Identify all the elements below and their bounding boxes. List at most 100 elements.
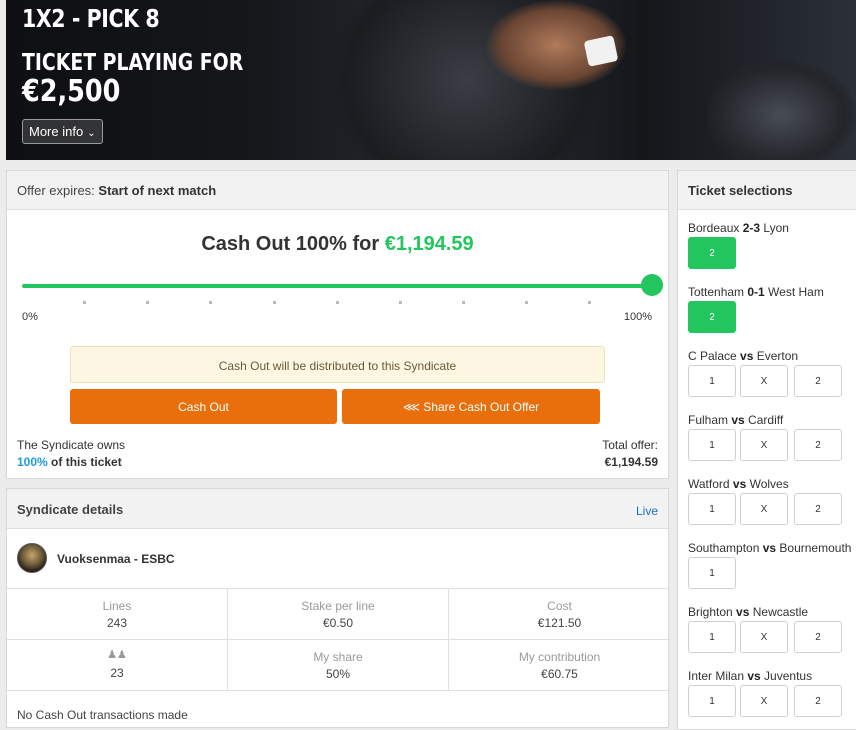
- total-offer-value: €1,194.59: [604, 455, 658, 469]
- stat-label: Stake per line: [301, 599, 375, 613]
- stat-my-contribution: My contribution €60.75: [449, 640, 670, 691]
- hero-image-background-player: [706, 60, 856, 160]
- match-home-team: Brighton: [688, 605, 737, 619]
- cash-out-button[interactable]: Cash Out: [70, 389, 337, 424]
- match-score: vs: [762, 541, 777, 555]
- pick-button-2[interactable]: 2: [688, 237, 736, 269]
- hero-banner: 1X2 - PICK 8 TICKET PLAYING FOR €2,500 M…: [6, 0, 856, 160]
- match-title: Inter Milan vs Juventus: [688, 669, 812, 683]
- syndicate-owns-rest: of this ticket: [51, 455, 122, 469]
- pick-button-2[interactable]: 2: [794, 365, 842, 397]
- share-button-label: Share Cash Out Offer: [423, 400, 540, 414]
- stat-stake-per-line: Stake per line €0.50: [228, 589, 449, 640]
- cashout-title: Cash Out 100% for €1,194.59: [7, 233, 668, 256]
- pick-button-x[interactable]: X: [740, 493, 788, 525]
- pick-button-x[interactable]: X: [740, 685, 788, 717]
- match-title: C Palace vs Everton: [688, 349, 798, 363]
- slider-max-label: 100%: [623, 311, 652, 323]
- match-away-team: Juventus: [760, 669, 813, 683]
- stat-lines: Lines 243: [7, 589, 228, 640]
- slider-tick: [209, 301, 212, 304]
- pick-button-2[interactable]: 2: [794, 493, 842, 525]
- share-cash-out-offer-button[interactable]: ⋘ Share Cash Out Offer: [342, 389, 600, 424]
- stat-label: Cost: [547, 599, 572, 613]
- offer-expires-label: Offer expires:: [17, 183, 95, 198]
- pick-button-x[interactable]: X: [740, 365, 788, 397]
- pick-button-1[interactable]: 1: [688, 557, 736, 589]
- users-icon: ♟♟: [107, 649, 127, 661]
- chevron-down-icon: ⌄: [87, 128, 96, 139]
- pick-button-1[interactable]: 1: [688, 365, 736, 397]
- match-home-team: Watford: [688, 477, 733, 491]
- ticket-title: 1X2 - PICK 8: [22, 4, 160, 33]
- match-away-team: West Ham: [764, 285, 824, 299]
- stat-members: ♟♟ 23: [7, 640, 228, 691]
- pick-button-1[interactable]: 1: [688, 493, 736, 525]
- match-away-team: Lyon: [760, 221, 789, 235]
- slider-min-label: 0%: [22, 311, 38, 323]
- pick-button-x[interactable]: X: [740, 429, 788, 461]
- avatar: [17, 543, 47, 573]
- pick-button-1[interactable]: 1: [688, 621, 736, 653]
- match-home-team: Fulham: [688, 413, 732, 427]
- match-home-team: C Palace: [688, 349, 741, 363]
- more-info-label: More info: [29, 124, 84, 139]
- slider-tick: [525, 301, 528, 304]
- syndicate-details-header: Syndicate details Live: [7, 489, 668, 529]
- match-score: vs: [731, 413, 745, 427]
- syndicate-details-panel: Syndicate details Live Vuoksenmaa - ESBC…: [6, 488, 670, 728]
- no-transactions-text: No Cash Out transactions made: [17, 708, 188, 722]
- stat-label: Lines: [102, 599, 132, 613]
- syndicate-owns-label: The Syndicate owns: [17, 438, 126, 452]
- match-score: vs: [736, 605, 750, 619]
- match-score: 0-1: [747, 285, 765, 299]
- syndicate-owns-percent: 100%: [17, 455, 48, 469]
- stat-value: €60.75: [541, 667, 578, 681]
- cashout-title-amount: €1,194.59: [384, 233, 474, 255]
- slider-tick: [399, 301, 402, 304]
- pick-button-1[interactable]: 1: [688, 429, 736, 461]
- match-title: Brighton vs Newcastle: [688, 605, 808, 619]
- match-score: vs: [747, 669, 761, 683]
- pick-button-2[interactable]: 2: [688, 301, 736, 333]
- stat-value: 23: [110, 666, 124, 680]
- ticket-prize-amount: €2,500: [22, 74, 121, 109]
- more-info-button[interactable]: More info ⌄: [22, 119, 103, 144]
- stat-value: €121.50: [537, 616, 582, 630]
- match-title: Watford vs Wolves: [688, 477, 789, 491]
- match-home-team: Southampton: [688, 541, 763, 555]
- syndicate-owner-row[interactable]: Vuoksenmaa - ESBC: [7, 529, 668, 589]
- slider-tick: [336, 301, 339, 304]
- syndicate-details-title: Syndicate details: [17, 502, 124, 517]
- distribution-note: Cash Out will be distributed to this Syn…: [70, 346, 605, 383]
- offer-expires-header: Offer expires: Start of next match: [7, 171, 668, 210]
- slider-tick: [462, 301, 465, 304]
- cashout-slider-handle[interactable]: [641, 274, 663, 296]
- slider-tick: [273, 301, 276, 304]
- live-link[interactable]: Live: [636, 504, 658, 518]
- stat-my-share: My share 50%: [228, 640, 449, 691]
- offer-expires-value: Start of next match: [98, 183, 217, 198]
- pick-button-2[interactable]: 2: [794, 685, 842, 717]
- ticket-selections-title: Ticket selections: [678, 171, 856, 210]
- stat-cost: Cost €121.50: [449, 589, 670, 640]
- cashout-slider-track[interactable]: [22, 284, 654, 288]
- ticket-playing-for-label: TICKET PLAYING FOR: [22, 50, 244, 76]
- pick-button-1[interactable]: 1: [688, 685, 736, 717]
- stat-value: 243: [106, 616, 128, 630]
- ticket-selections-panel: Ticket selections Bordeaux 2-3 Lyon 2 Tott…: [677, 170, 856, 730]
- match-away-team: Everton: [753, 349, 799, 363]
- pick-button-x[interactable]: X: [740, 621, 788, 653]
- syndicate-owns-value: 100% of this ticket: [17, 455, 122, 469]
- match-home-team: Bordeaux: [688, 221, 743, 235]
- stat-value: 50%: [325, 667, 351, 681]
- pick-button-2[interactable]: 2: [794, 429, 842, 461]
- match-title: Southampton vs Bournemouth: [688, 541, 851, 555]
- cashout-offer-panel: Offer expires: Start of next match Cash …: [6, 170, 669, 479]
- slider-tick: [83, 301, 86, 304]
- match-home-team: Tottenham: [688, 285, 748, 299]
- pick-button-2[interactable]: 2: [794, 621, 842, 653]
- cashout-title-prefix: Cash Out 100% for: [201, 233, 380, 255]
- stat-label: My contribution: [518, 650, 601, 664]
- syndicate-owner-name: Vuoksenmaa - ESBC: [57, 552, 175, 566]
